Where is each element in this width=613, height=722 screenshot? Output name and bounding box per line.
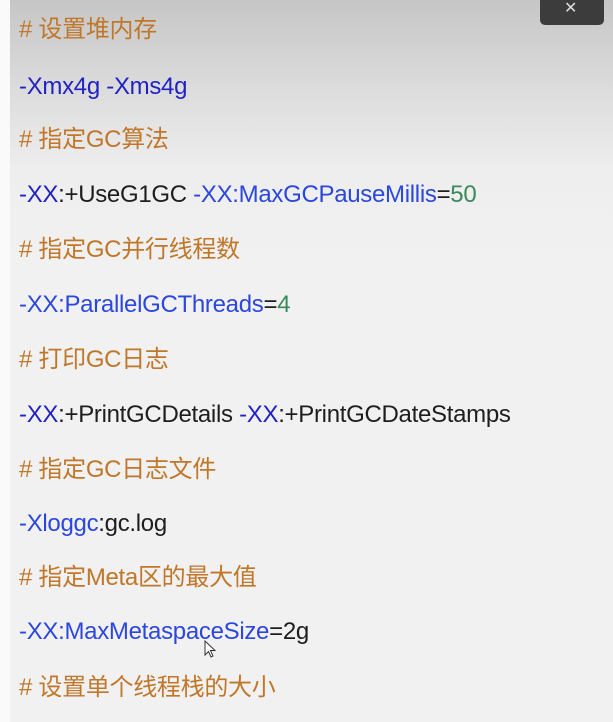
comment-line: # 设置单个线程栈的大小 bbox=[19, 673, 276, 703]
option-line: -Xloggc:gc.log bbox=[19, 509, 167, 539]
comment-line: # 指定GC日志文件 bbox=[19, 455, 216, 485]
left-margin bbox=[0, 0, 10, 722]
comment-line: # 指定GC并行线程数 bbox=[19, 235, 240, 265]
plain-token: =2g bbox=[269, 618, 309, 645]
flag-token: -XX bbox=[19, 181, 59, 208]
comment-line: # 指定Meta区的最大值 bbox=[19, 563, 257, 593]
comment-token: # 指定GC并行线程数 bbox=[19, 236, 240, 263]
plain-token: :gc.log bbox=[98, 510, 167, 537]
option-token: -XX:ParallelGCThreads bbox=[19, 291, 264, 318]
flag-token: -XX bbox=[19, 401, 59, 428]
flag-token: -Xmx4g -Xms4g bbox=[19, 73, 188, 100]
top-right-button[interactable]: ✕ bbox=[540, 0, 604, 25]
comment-line: # 设置堆内存 bbox=[19, 15, 157, 45]
option-line: -XX:+UseG1GC -XX:MaxGCPauseMillis=50 bbox=[19, 180, 477, 210]
comment-token: # 指定GC日志文件 bbox=[19, 456, 217, 483]
option-line: -XX:ParallelGCThreads=4 bbox=[19, 290, 291, 320]
option-line: -XX:MaxMetaspaceSize=2g bbox=[19, 617, 309, 647]
option-line: -XX:+PrintGCDetails -XX:+PrintGCDateStam… bbox=[19, 400, 511, 430]
flag-token: -XX bbox=[239, 401, 279, 428]
option-token: -XX:MaxGCPauseMillis bbox=[193, 181, 437, 208]
plain-token: = bbox=[263, 291, 278, 318]
comment-token: # 设置单个线程栈的大小 bbox=[19, 674, 276, 701]
number-token: 4 bbox=[277, 291, 291, 318]
comment-token: # 指定GC算法 bbox=[19, 126, 169, 153]
comment-line: # 打印GC日志 bbox=[19, 345, 169, 375]
option-token: -XX:MaxMetaspaceSize bbox=[19, 618, 270, 645]
option-line: -Xmx4g -Xms4g bbox=[19, 72, 187, 102]
number-token: 50 bbox=[450, 181, 477, 208]
comment-line: # 指定GC算法 bbox=[19, 125, 169, 155]
comment-token: # 打印GC日志 bbox=[19, 346, 169, 373]
option-token: -Xloggc bbox=[19, 510, 99, 537]
mouse-cursor-icon bbox=[204, 640, 217, 658]
plain-token: :+UseG1GC bbox=[58, 181, 194, 208]
collapse-icon: ✕ bbox=[564, 0, 578, 17]
comment-token: # 设置堆内存 bbox=[19, 16, 157, 43]
plain-token: = bbox=[436, 181, 451, 208]
comment-token: # 指定Meta区的最大值 bbox=[19, 564, 257, 591]
plain-token: :+PrintGCDateStamps bbox=[278, 401, 511, 428]
plain-token: :+PrintGCDetails bbox=[58, 401, 240, 428]
